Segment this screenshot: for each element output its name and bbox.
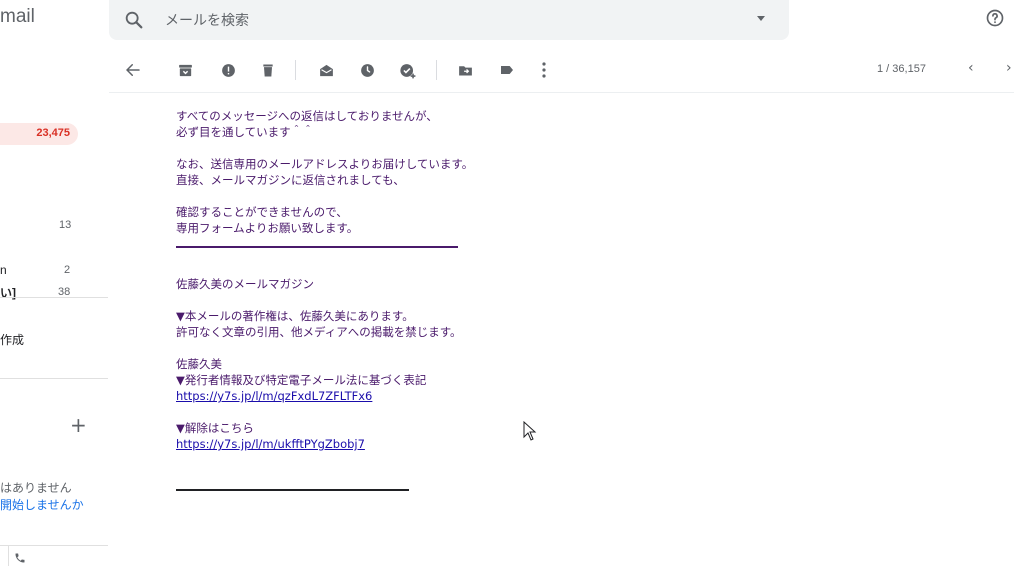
- delete-icon[interactable]: [258, 60, 278, 80]
- hangouts-message: はありません 開始しませんか: [0, 480, 84, 514]
- hangouts-start-link[interactable]: 開始しませんか: [0, 497, 84, 514]
- newer-chevron-icon[interactable]: ›: [1006, 60, 1012, 76]
- body-line: 必ず目を通しています＾＾: [176, 125, 314, 139]
- mouse-cursor-icon: [523, 420, 537, 445]
- section-divider: [176, 489, 409, 491]
- app-logo[interactable]: mail: [0, 6, 35, 28]
- more-options-icon[interactable]: [534, 60, 554, 80]
- add-to-tasks-icon[interactable]: [397, 60, 417, 80]
- message-body: すべてのメッセージへの返信はしておりませんが、 必ず目を通しています＾＾ なお、…: [176, 108, 776, 491]
- publisher-name: 佐藤久美: [176, 357, 222, 371]
- archive-icon[interactable]: [175, 60, 195, 80]
- hangouts-empty-text: はありません: [0, 481, 72, 495]
- search-bar: [109, 0, 789, 42]
- help-icon[interactable]: [985, 8, 1005, 32]
- body-line: なお、送信専用のメールアドレスよりお届けしています。: [176, 157, 474, 171]
- move-to-icon[interactable]: [455, 60, 475, 80]
- publisher-info-link[interactable]: https://y7s.jp/l/m/qzFxdL7ZFLTFx6: [176, 389, 372, 403]
- sidebar-label-fragment[interactable]: n: [0, 263, 7, 277]
- snooze-icon[interactable]: [357, 60, 377, 80]
- search-options-dropdown-icon[interactable]: [757, 16, 765, 21]
- body-line: 確認することができませんので、: [176, 205, 348, 219]
- section-divider: [176, 246, 458, 248]
- report-spam-icon[interactable]: [218, 60, 238, 80]
- sidebar-item-inbox[interactable]: 23,475: [0, 123, 78, 145]
- toolbar-separator: [436, 60, 437, 80]
- magazine-title: 佐藤久美のメールマガジン: [176, 277, 314, 291]
- inbox-unread-count: 23,475: [36, 127, 70, 139]
- body-line: 直接、メールマガジンに返信されましても、: [176, 173, 405, 187]
- sidebar-tab-divider: [8, 546, 9, 566]
- body-line: すべてのメッセージへの返信はしておりませんが、: [176, 109, 438, 123]
- sidebar-create-label[interactable]: 作成: [0, 331, 24, 348]
- sidebar-divider: [0, 545, 108, 546]
- unsubscribe-label: ▼解除はこちら: [176, 421, 254, 435]
- sidebar-count: 13: [59, 219, 72, 231]
- search-input[interactable]: [163, 0, 727, 42]
- older-chevron-icon[interactable]: ‹: [968, 60, 974, 76]
- add-plus-icon[interactable]: +: [70, 413, 87, 437]
- toolbar-separator: [295, 60, 296, 80]
- label-icon[interactable]: [497, 60, 517, 80]
- unsubscribe-link[interactable]: https://y7s.jp/l/m/ukfftPYgZbobj7: [176, 437, 365, 451]
- message-toolbar: 1 / 36,157 ‹ ›: [109, 48, 1014, 93]
- sidebar-label-fragment[interactable]: い]: [0, 284, 16, 301]
- search-icon[interactable]: [123, 9, 145, 35]
- body-line: 許可なく文章の引用、他メディアへの掲載を禁じます。: [176, 325, 462, 339]
- sidebar-divider: [0, 297, 108, 298]
- body-line: ▼本メールの著作権は、佐藤久美にあります。: [176, 309, 414, 323]
- sidebar-divider: [0, 378, 108, 379]
- body-line: ▼発行者情報及び特定電子メール法に基づく表記: [176, 373, 427, 387]
- sidebar: mail 23,475 13 n 2 い] 38 作成 + はありません 開始し…: [0, 0, 108, 566]
- mark-unread-icon[interactable]: [316, 60, 336, 80]
- body-line: 専用フォームよりお願い致します。: [176, 221, 359, 235]
- back-arrow-icon[interactable]: [123, 60, 143, 80]
- sidebar-count: 2: [64, 264, 71, 276]
- pagination-count: 1 / 36,157: [877, 63, 926, 75]
